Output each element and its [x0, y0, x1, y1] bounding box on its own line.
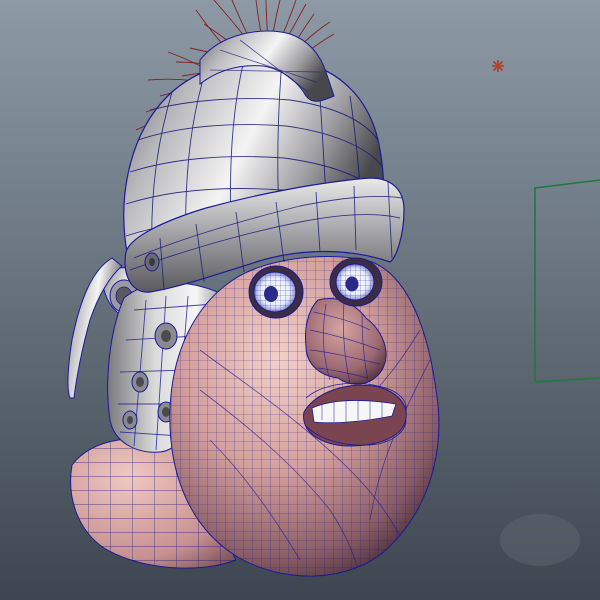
pupil-right: [345, 276, 359, 292]
brim-rivets: [144, 252, 160, 272]
viewport-smudge: [500, 514, 580, 566]
eye-right[interactable]: [329, 257, 383, 307]
light-marker-icon[interactable]: [492, 60, 504, 72]
eye-left[interactable]: [248, 265, 304, 319]
pupil-left: [264, 286, 278, 302]
3d-viewport[interactable]: [0, 0, 600, 600]
viewport-canvas[interactable]: [0, 0, 600, 600]
